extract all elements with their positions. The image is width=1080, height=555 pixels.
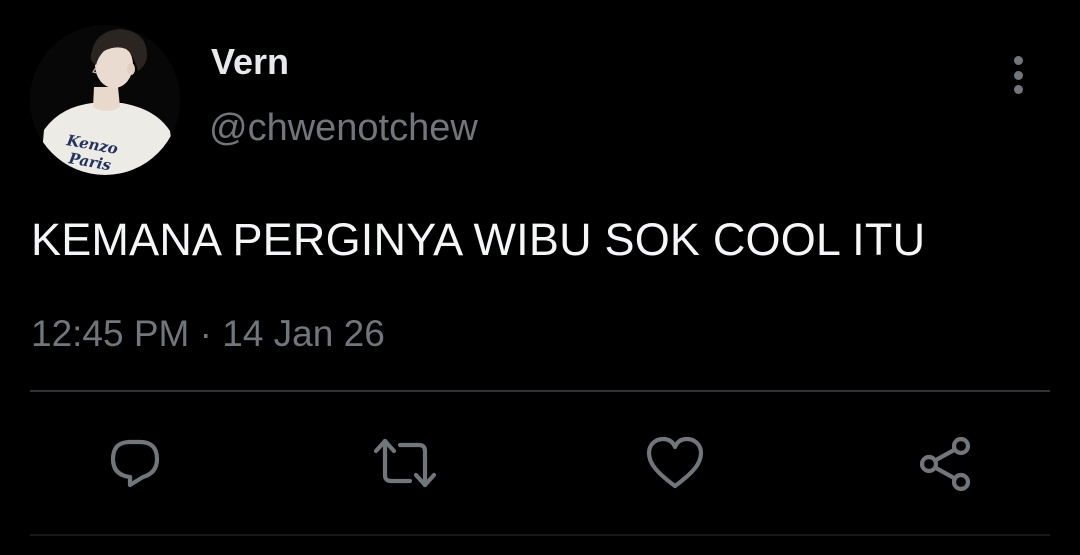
tweet-detail: Kenzo Paris Vern @chwenotchew KEMANA PER… [0, 0, 1080, 555]
avatar-photo: Kenzo Paris [30, 25, 180, 175]
retweet-icon [373, 438, 437, 488]
divider [30, 534, 1050, 536]
more-vertical-icon-dot [1013, 70, 1023, 80]
heart-icon [646, 436, 704, 489]
more-options-button[interactable] [996, 52, 1040, 98]
reply-icon [110, 439, 160, 488]
retweet-button[interactable] [370, 430, 440, 496]
reply-button[interactable] [100, 430, 170, 496]
tweet-text: KEMANA PERGINYA WIBU SOK COOL ITU [31, 214, 926, 265]
avatar[interactable]: Kenzo Paris [30, 25, 180, 175]
like-button[interactable] [640, 430, 710, 496]
tweet-timestamp[interactable]: 12:45 PM · 14 Jan 26 [31, 311, 385, 357]
more-vertical-icon [1013, 56, 1023, 65]
author-display-name[interactable]: Vern [211, 40, 289, 84]
more-vertical-icon-dot [1013, 85, 1023, 94]
divider [30, 390, 1050, 392]
author-handle[interactable]: @chwenotchew [209, 105, 478, 151]
share-icon [919, 436, 971, 492]
share-button[interactable] [910, 430, 980, 496]
